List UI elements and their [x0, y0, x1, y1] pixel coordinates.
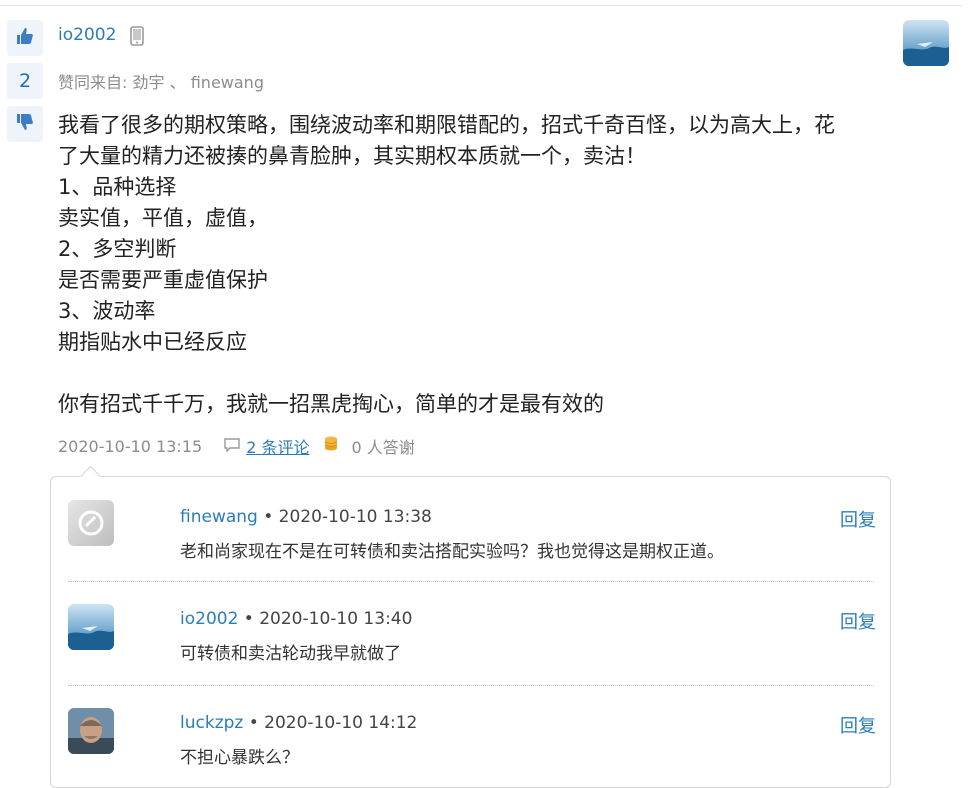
- comment-avatar[interactable]: [68, 708, 114, 754]
- comment-time: 2020-10-10 13:38: [278, 507, 432, 527]
- comment-user-link[interactable]: io2002: [180, 609, 238, 629]
- comment-time: 2020-10-10 14:12: [264, 713, 418, 733]
- content-line: 3、波动率: [58, 299, 156, 323]
- answer-author-link[interactable]: io2002: [58, 25, 116, 45]
- comment-user-link[interactable]: luckzpz: [180, 713, 243, 733]
- mobile-phone-icon: [130, 26, 144, 50]
- agree-prefix: 赞同来自:: [58, 73, 128, 92]
- reply-button[interactable]: 回复: [840, 608, 876, 634]
- comment-time: 2020-10-10 13:40: [259, 609, 413, 629]
- comments-link[interactable]: 2 条评论: [246, 434, 309, 458]
- coins-icon: [323, 435, 341, 457]
- vote-count: 2: [7, 63, 43, 99]
- comments-panel: finewang • 2020-10-10 13:38 老和尚家现在不是在可转债…: [50, 465, 891, 788]
- comment-text: 不担心暴跌么？: [180, 748, 299, 768]
- answer-content: 我看了很多的期权策略，围绕波动率和期限错配的，招式千奇百怪，以为高大上，花 了大…: [58, 110, 878, 420]
- comment-header: finewang • 2020-10-10 13:38: [180, 507, 432, 527]
- reply-button[interactable]: 回复: [840, 712, 876, 738]
- panel-pointer: [79, 465, 102, 488]
- content-line: 是否需要严重虚值保护: [58, 268, 268, 292]
- comment-header: io2002 • 2020-10-10 13:40: [180, 609, 413, 629]
- comment-header: luckzpz • 2020-10-10 14:12: [180, 713, 418, 733]
- vote-up-button[interactable]: [7, 20, 43, 56]
- answer-date: 2020-10-10 13:15: [58, 436, 203, 456]
- comment-divider: [68, 581, 874, 582]
- content-line: 期指贴水中已经反应: [58, 330, 247, 354]
- vote-down-button[interactable]: [7, 106, 43, 142]
- comment-avatar[interactable]: [68, 500, 114, 546]
- agree-from: 赞同来自: 劲宇 、 finewang: [58, 69, 264, 93]
- comment-avatar[interactable]: [68, 604, 114, 650]
- content-line: 你有招式千千万，我就一招黑虎掏心，简单的才是最有效的: [58, 392, 604, 416]
- content-line: 2、多空判断: [58, 237, 177, 261]
- author-avatar[interactable]: [903, 20, 949, 66]
- thumbs-up-icon: [15, 26, 35, 50]
- content-line: [58, 358, 878, 389]
- reply-button[interactable]: 回复: [840, 506, 876, 532]
- content-line: 卖实值，平值，虚值，: [58, 206, 268, 230]
- content-line: 我看了很多的期权策略，围绕波动率和期限错配的，招式千奇百怪，以为高大上，花: [58, 113, 835, 137]
- thumbs-down-icon: [15, 112, 35, 136]
- comment-text: 老和尚家现在不是在可转债和卖沽搭配实验吗？我也觉得这是期权正道。: [180, 542, 724, 562]
- top-divider: [0, 5, 962, 6]
- thanks-count: 0 人答谢: [351, 438, 415, 457]
- comment-divider: [68, 685, 874, 686]
- agree-user-link[interactable]: finewang: [191, 73, 264, 92]
- comment-icon: [224, 437, 240, 456]
- agree-user-link[interactable]: 劲宇: [133, 73, 165, 92]
- content-line: 了大量的精力还被揍的鼻青脸肿，其实期权本质就一个，卖沽！: [58, 144, 646, 168]
- agree-separator: 、: [169, 73, 186, 92]
- content-line: 1、品种选择: [58, 175, 177, 199]
- comment-text: 可转债和卖沽轮动我早就做了: [180, 644, 401, 664]
- comment-user-link[interactable]: finewang: [180, 507, 258, 527]
- answer-meta: 2020-10-10 13:15 2 条评论 0 人答谢: [58, 434, 415, 458]
